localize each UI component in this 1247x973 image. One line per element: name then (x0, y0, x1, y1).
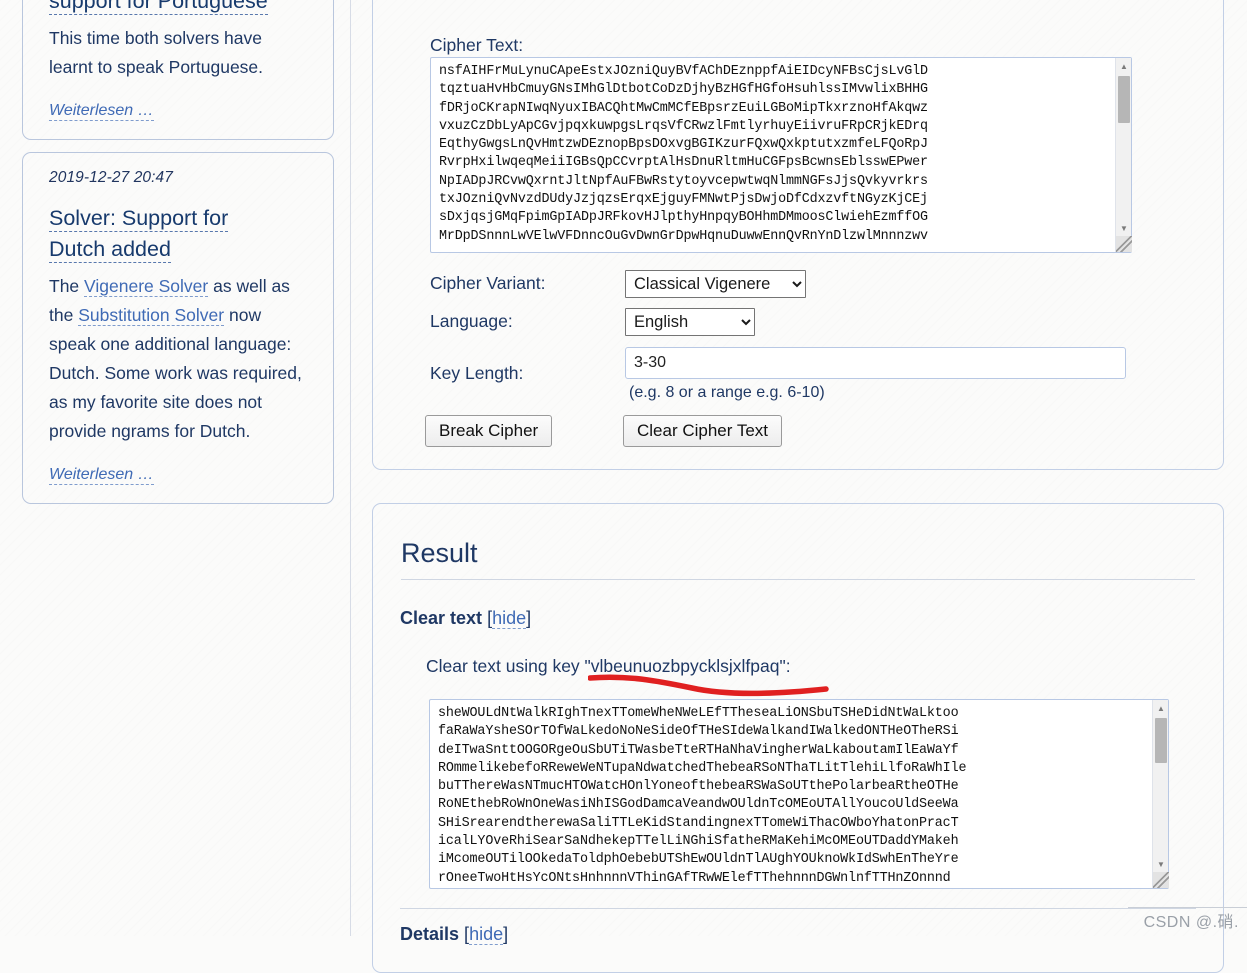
substitution-solver-link[interactable]: Substitution Solver (78, 305, 225, 326)
details-label: Details (400, 924, 460, 944)
watermark: CSDN @.硝. (1143, 914, 1239, 931)
key-length-input[interactable] (625, 347, 1126, 379)
sidebar-post-card: 2019-12-27 20:47 Solver: Support for Dut… (22, 152, 334, 504)
scroll-thumb[interactable] (1155, 718, 1167, 763)
clear-text-label: Clear text (400, 608, 483, 628)
key-length-hint: (e.g. 8 or a range e.g. 6-10) (629, 384, 825, 401)
post-title[interactable]: ... and here comes support for Portugues… (49, 0, 307, 17)
scroll-up-arrow[interactable]: ▲ (1153, 700, 1169, 716)
input-panel: Input Cipher Text: nsfAIHFrMuLynuCApeEst… (372, 0, 1224, 470)
cipher-text-area-wrapper: nsfAIHFrMuLynuCApeEstxJOzniQuyBVfAChDEzn… (430, 57, 1132, 253)
clear-text-hide-link[interactable]: hide (492, 608, 527, 629)
scroll-down-arrow[interactable]: ▼ (1116, 220, 1132, 236)
post-title-line-2[interactable]: Dutch added (49, 237, 171, 263)
read-more-link[interactable]: Weiterlesen … (49, 102, 154, 121)
result-heading-rule (401, 579, 1195, 580)
vigenere-solver-link[interactable]: Vigenere Solver (84, 276, 209, 297)
resize-grip[interactable] (1153, 872, 1169, 888)
clear-cipher-text-button[interactable]: Clear Cipher Text (623, 415, 783, 447)
post-title-line-2[interactable]: support for Portuguese (49, 0, 268, 15)
language-select[interactable]: English (625, 308, 755, 336)
clear-text-scrollbar[interactable]: ▲ ▼ (1152, 700, 1169, 888)
cipher-text-label: Cipher Text: (430, 35, 524, 55)
scroll-down-arrow[interactable]: ▼ (1153, 856, 1169, 872)
cipher-text-input[interactable]: nsfAIHFrMuLynuCApeEstxJOzniQuyBVfAChDEzn… (430, 57, 1132, 253)
page-root: ... and here comes support for Portugues… (0, 0, 1247, 973)
result-heading: Result (401, 538, 478, 568)
post-title-line-1[interactable]: Solver: Support for (49, 206, 229, 232)
post-body-pre: The (49, 276, 85, 296)
details-rule (400, 908, 1196, 909)
language-label: Language: (430, 311, 513, 331)
key-suffix-text: ": (779, 656, 791, 676)
post-date: 2019-12-27 20:47 (49, 169, 173, 186)
bracket-close: ] (503, 924, 509, 944)
sidebar: ... and here comes support for Portugues… (22, 0, 334, 516)
break-cipher-button[interactable]: Break Cipher (425, 415, 553, 447)
clear-text-section-label: Clear text [hide] (400, 608, 531, 629)
clear-text-output[interactable]: sheWOULdNtWalkRIghTnexTTomeWheNWeLEfTThe… (429, 699, 1169, 889)
details-section-label: Details [hide] (400, 924, 508, 945)
column-divider (350, 0, 351, 936)
sidebar-post-card: ... and here comes support for Portugues… (22, 0, 334, 140)
resize-grip[interactable] (1116, 236, 1132, 252)
clear-text-area-wrapper: sheWOULdNtWalkRIghTnexTTomeWheNWeLEfTThe… (429, 699, 1169, 889)
scroll-thumb[interactable] (1118, 76, 1130, 123)
key-prefix-text: Clear text using key " (426, 656, 591, 676)
cipher-variant-label: Cipher Variant: (430, 273, 546, 293)
post-body: This time both solvers have learnt to sp… (49, 28, 264, 77)
discovered-key: vlbeunuozbpycklsjxlfpaq (590, 656, 780, 676)
post-body: The Vigenere Solver as well as the Subst… (49, 272, 307, 446)
cipher-scrollbar[interactable]: ▲ ▼ (1115, 58, 1132, 252)
cipher-variant-select[interactable]: Classical Vigenere (625, 270, 806, 298)
bracket-close: ] (526, 608, 532, 628)
read-more-link[interactable]: Weiterlesen … (49, 466, 154, 485)
key-length-label: Key Length: (430, 363, 524, 383)
post-title[interactable]: Solver: Support for Dutch added (49, 203, 307, 265)
scroll-up-arrow[interactable]: ▲ (1116, 58, 1132, 74)
clear-text-key-line: Clear text using key "vlbeunuozbpycklsjx… (426, 656, 791, 677)
result-panel: Result Clear text [hide] Clear text usin… (372, 503, 1224, 973)
details-hide-link[interactable]: hide (469, 924, 504, 945)
